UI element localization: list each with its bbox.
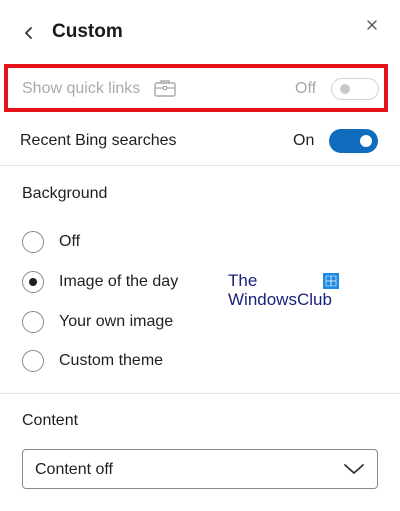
show-quick-links-row: Show quick links Off: [4, 64, 388, 112]
watermark-line1: The: [228, 271, 258, 290]
close-button[interactable]: [362, 14, 382, 36]
radio-option-image-of-the-day[interactable]: Image of the day: [20, 267, 220, 297]
content-dropdown[interactable]: Content off: [22, 449, 378, 489]
chevron-left-icon: [25, 27, 32, 39]
windows-logo-icon: [323, 273, 339, 289]
watermark: The WindowsClub: [228, 271, 348, 311]
radio-button[interactable]: [22, 311, 44, 333]
radio-button-selected[interactable]: [22, 271, 44, 293]
bing-searches-toggle[interactable]: [329, 129, 378, 153]
panel-header: Custom: [0, 0, 400, 62]
recent-bing-searches-label: Recent Bing searches: [20, 132, 177, 149]
quick-links-state-label: Off: [295, 80, 317, 97]
radio-label: Custom theme: [59, 352, 164, 369]
toggle-knob: [340, 84, 350, 94]
radio-label: Off: [59, 233, 81, 250]
background-section-title: Background: [22, 185, 108, 202]
radio-button[interactable]: [22, 350, 44, 372]
bing-searches-state-label: On: [293, 132, 315, 149]
watermark-line2: WindowsClub: [228, 290, 332, 309]
divider: [0, 393, 400, 394]
show-quick-links-label: Show quick links: [22, 80, 141, 97]
page-title: Custom: [52, 21, 123, 42]
toggle-knob: [360, 135, 372, 147]
chevron-down-icon: [344, 464, 364, 474]
content-section-title: Content: [22, 412, 79, 429]
radio-label: Image of the day: [59, 273, 179, 290]
quick-links-toggle[interactable]: [331, 78, 379, 100]
radio-label: Your own image: [59, 313, 174, 330]
radio-option-custom-theme[interactable]: Custom theme: [20, 346, 220, 376]
briefcase-icon: [154, 80, 176, 97]
radio-button[interactable]: [22, 231, 44, 253]
content-dropdown-value: Content off: [35, 461, 113, 478]
divider: [0, 165, 400, 166]
recent-bing-searches-row: Recent Bing searches On: [0, 120, 400, 164]
back-button[interactable]: [22, 20, 42, 46]
radio-option-your-own-image[interactable]: Your own image: [20, 307, 220, 337]
radio-option-off[interactable]: Off: [20, 227, 220, 257]
close-icon: [367, 20, 377, 30]
